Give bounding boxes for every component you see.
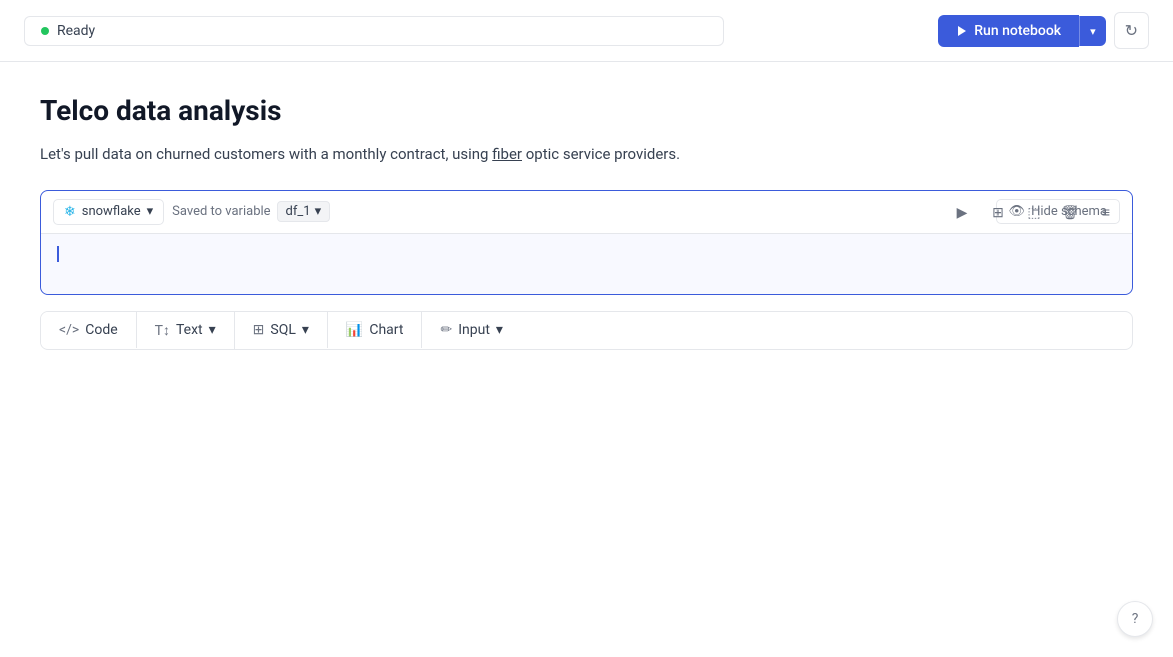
run-btn-label: Run notebook (974, 23, 1061, 39)
save-variable-label: Saved to variable (172, 204, 270, 219)
variable-badge[interactable]: df_1 ▾ (277, 201, 331, 222)
chart-label: Chart (369, 322, 403, 338)
text-icon: T↕ (155, 322, 170, 339)
main-content: Telco data analysis Let's pull data on c… (0, 62, 1173, 382)
sql-icon: ⊞ (253, 322, 265, 338)
description-text-2: optic service providers. (522, 145, 680, 163)
help-icon: ? (1132, 611, 1139, 627)
cell-editor[interactable] (41, 234, 1132, 294)
fiber-link[interactable]: fiber (492, 145, 522, 163)
description-text-1: Let's pull data on churned customers wit… (40, 145, 492, 163)
cell-actions: ▶ ⊞ ⬚ 🗑 ≡ (948, 199, 1120, 227)
refresh-icon: ↻ (1125, 21, 1138, 40)
help-button[interactable]: ? (1117, 601, 1153, 637)
cell-play-icon[interactable]: ▶ (948, 199, 976, 227)
cell-menu-icon[interactable]: ≡ (1092, 199, 1120, 227)
chart-icon: 📊 (346, 322, 363, 338)
status-dot (41, 27, 49, 35)
add-chart-button[interactable]: 📊 Chart (328, 312, 423, 348)
input-label: Input (458, 322, 490, 338)
text-chevron-icon: ▾ (209, 322, 216, 338)
code-icon: </> (59, 322, 79, 338)
add-cell-bar: </> Code T↕ Text ▾ ⊞ SQL ▾ 📊 Chart ✏ Inp… (40, 311, 1133, 350)
chevron-down-icon: ▾ (1090, 25, 1096, 38)
datasource-label: snowflake (82, 204, 141, 219)
snowflake-icon: ❄ (64, 204, 76, 220)
add-sql-button[interactable]: ⊞ SQL ▾ (235, 312, 328, 348)
add-input-button[interactable]: ✏ Input ▾ (422, 312, 520, 348)
text-label: Text (176, 322, 203, 338)
top-bar: Ready Run notebook ▾ ↻ (0, 0, 1173, 62)
status-label: Ready (57, 23, 95, 39)
datasource-button[interactable]: ❄ snowflake ▾ (53, 199, 164, 225)
code-label: Code (85, 322, 117, 338)
add-text-button[interactable]: T↕ Text ▾ (137, 312, 235, 349)
run-notebook-chevron[interactable]: ▾ (1079, 16, 1106, 46)
run-notebook-button[interactable]: Run notebook (938, 15, 1079, 47)
cell-calendar-icon[interactable]: ⬚ (1020, 199, 1048, 227)
play-icon (958, 26, 966, 36)
add-code-button[interactable]: </> Code (41, 312, 137, 348)
editor-cursor-line (57, 246, 1116, 262)
page-title: Telco data analysis (40, 94, 1133, 127)
input-chevron-icon: ▾ (496, 322, 503, 338)
status-indicator: Ready (24, 16, 724, 46)
save-variable-group: Saved to variable df_1 ▾ (172, 201, 330, 222)
sql-chevron-icon: ▾ (302, 322, 309, 338)
cell-block: ▶ ⊞ ⬚ 🗑 ≡ ❄ snowflake ▾ Saved to variabl… (40, 190, 1133, 295)
variable-chevron-icon: ▾ (315, 204, 322, 219)
page-description: Let's pull data on churned customers wit… (40, 143, 1133, 166)
refresh-button[interactable]: ↻ (1114, 12, 1149, 49)
variable-name: df_1 (286, 204, 311, 219)
cell-grid-icon[interactable]: ⊞ (984, 199, 1012, 227)
sql-label: SQL (270, 322, 295, 338)
editor-cursor (57, 246, 59, 262)
datasource-chevron-icon: ▾ (147, 204, 154, 219)
cell-trash-icon[interactable]: 🗑 (1056, 199, 1084, 227)
input-icon: ✏ (440, 322, 452, 338)
run-btn-group: Run notebook ▾ ↻ (938, 12, 1149, 49)
